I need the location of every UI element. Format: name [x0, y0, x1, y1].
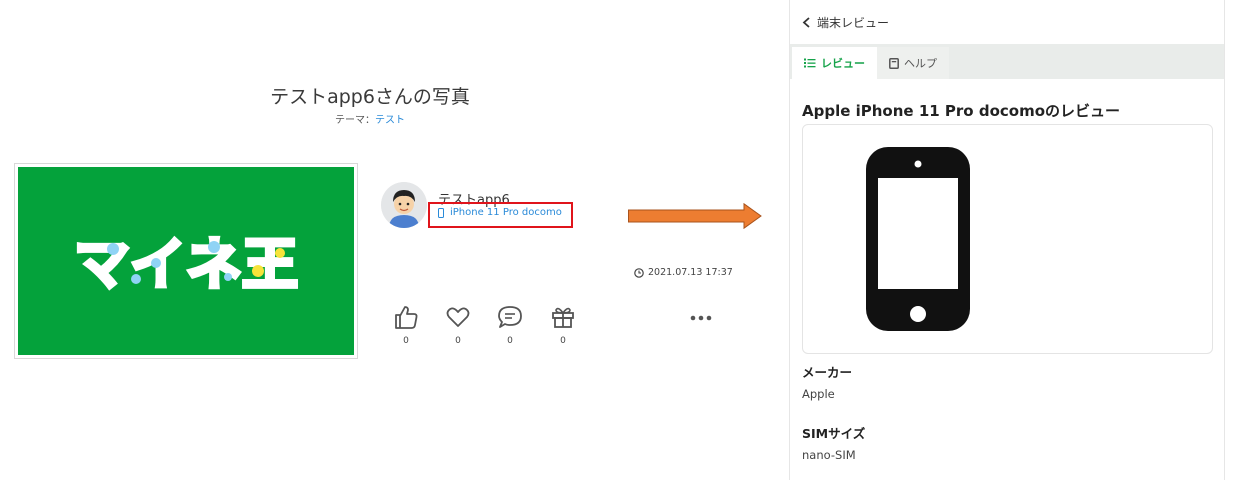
- tab-review-label: レビュー: [821, 57, 865, 70]
- thumbs-up-icon: [395, 306, 418, 329]
- spec-value-maker: Apple: [802, 387, 835, 401]
- mineo-logo: マイネ王: [72, 231, 300, 300]
- help-book-icon: [889, 57, 899, 69]
- timestamp-text: 2021.07.13 17:37: [648, 267, 733, 278]
- back-button[interactable]: 端末レビュー: [790, 0, 1224, 44]
- tab-help[interactable]: ヘルプ: [877, 47, 949, 79]
- comment-count: 0: [507, 336, 513, 346]
- back-label: 端末レビュー: [817, 15, 890, 30]
- logo-text: マイネ王: [74, 233, 298, 298]
- gift-count: 0: [560, 336, 566, 346]
- arrow-right-icon: [628, 203, 762, 229]
- like-count: 0: [403, 336, 409, 346]
- photo-frame[interactable]: マイネ王: [14, 163, 358, 359]
- chevron-left-icon: [802, 16, 810, 28]
- device-image-card: [802, 124, 1213, 354]
- gift-icon: [552, 307, 574, 328]
- clock-icon: [634, 267, 644, 278]
- phone-icon: [438, 207, 444, 218]
- gift-button[interactable]: 0: [546, 304, 580, 346]
- list-icon: [804, 58, 816, 68]
- theme-link[interactable]: テスト: [375, 115, 405, 126]
- favorite-button[interactable]: 0: [441, 304, 475, 346]
- avatar[interactable]: [381, 182, 427, 228]
- device-name: iPhone 11 Pro docomo: [450, 207, 562, 218]
- spec-label-maker: メーカー: [802, 365, 853, 380]
- photo: マイネ王: [18, 167, 354, 355]
- like-button[interactable]: 0: [389, 304, 423, 346]
- theme-label: テーマ：: [335, 115, 375, 126]
- review-title: Apple iPhone 11 Pro docomoのレビュー: [802, 102, 1121, 120]
- page-title: テストapp6さんの写真: [270, 86, 470, 108]
- favorite-count: 0: [455, 336, 461, 346]
- theme-line: テーマ：テスト: [0, 111, 740, 126]
- spec-value-sim: nano-SIM: [802, 448, 856, 462]
- comment-button[interactable]: 0: [493, 304, 527, 346]
- spec-label-sim: SIMサイズ: [802, 426, 866, 441]
- photo-page: テストapp6さんの写真 テーマ：テスト マイネ王 テストapp6 iPhone…: [0, 0, 762, 480]
- tab-bar: レビュー ヘルプ: [790, 44, 1224, 79]
- device-link[interactable]: iPhone 11 Pro docomo: [438, 207, 562, 218]
- more-dots-icon[interactable]: [686, 308, 716, 328]
- device-review-panel: 端末レビュー レビュー ヘルプ Apple iPhone 11 Pro doco…: [789, 0, 1225, 480]
- smartphone-image: [866, 147, 970, 331]
- tab-help-label: ヘルプ: [904, 57, 937, 70]
- comment-icon: [498, 306, 522, 328]
- heart-icon: [446, 307, 470, 327]
- tab-review[interactable]: レビュー: [792, 47, 877, 79]
- post-timestamp: 2021.07.13 17:37: [634, 267, 733, 278]
